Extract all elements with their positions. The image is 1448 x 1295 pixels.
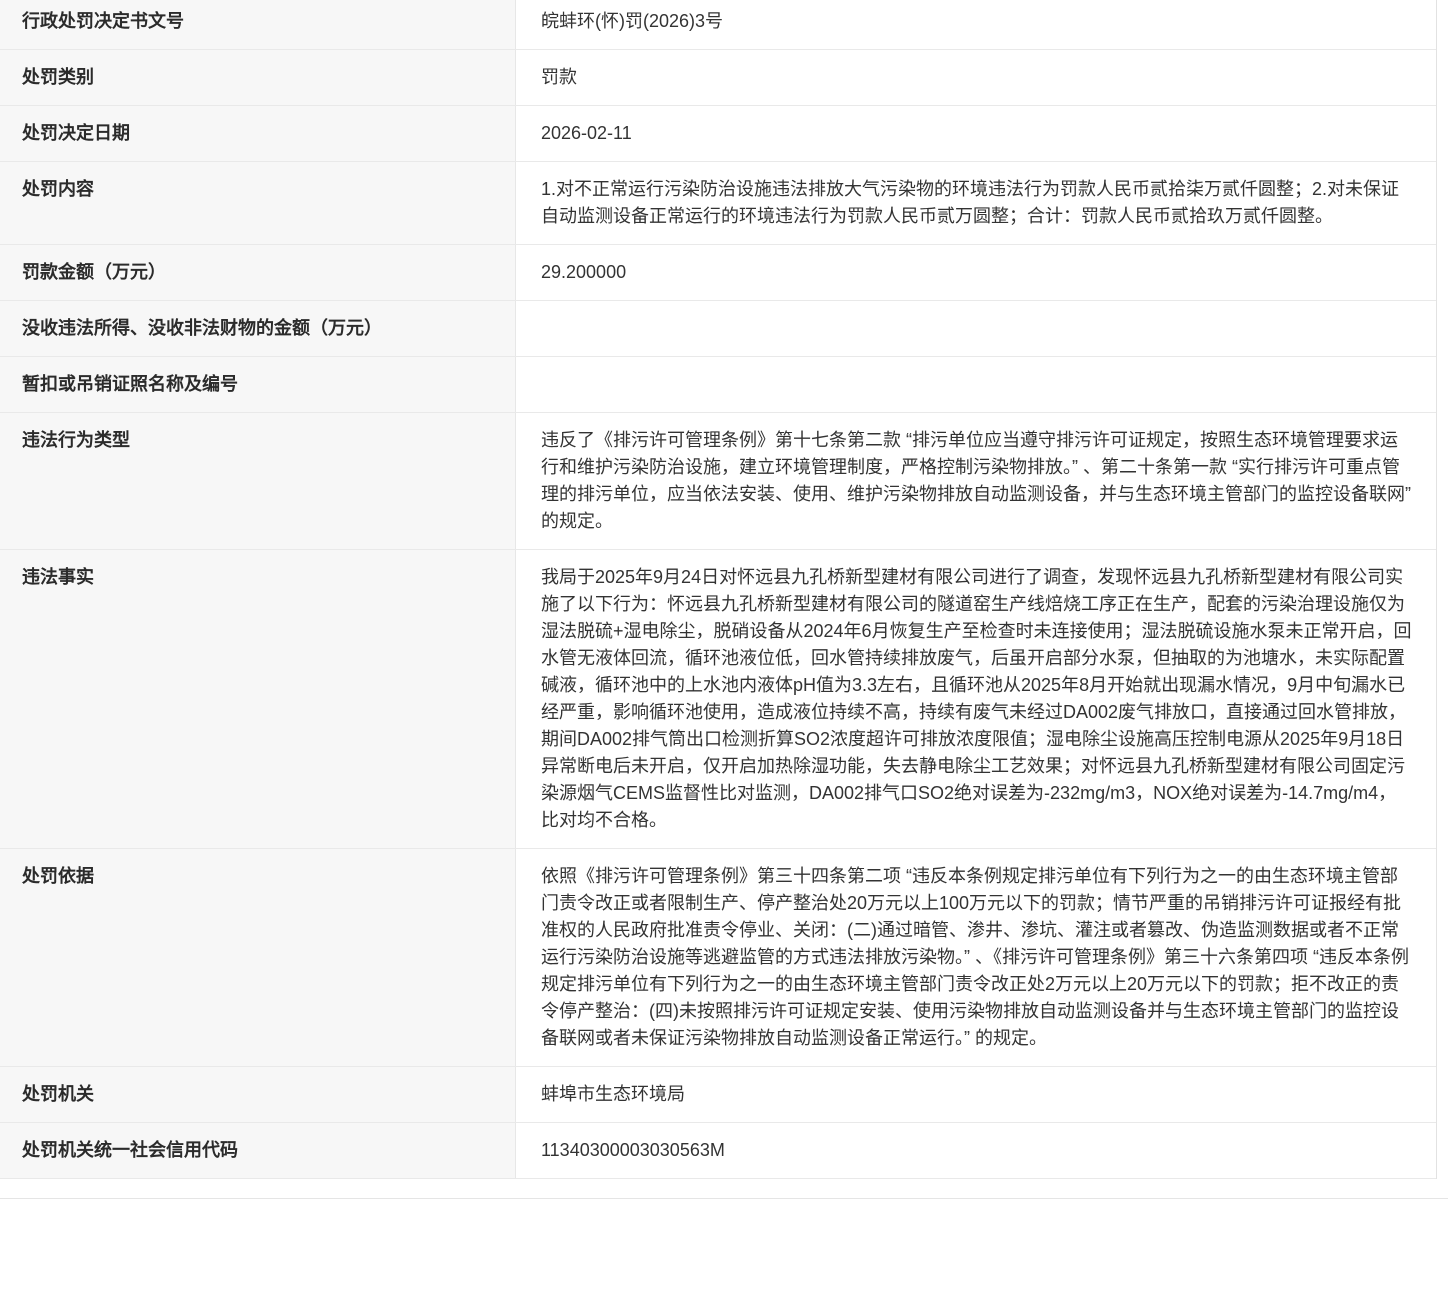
table-row: 处罚机关 蚌埠市生态环境局: [0, 1067, 1436, 1123]
row-value-penalty-basis: 依照《排污许可管理条例》第三十四条第二项 “违反本条例规定排污单位有下列行为之一…: [541, 866, 1409, 1048]
table-row: 行政处罚决定书文号 皖蚌环(怀)罚(2026)3号: [0, 0, 1436, 50]
row-value-fine-amount: 29.200000: [541, 262, 627, 282]
row-value-violation-type: 违反了《排污许可管理条例》第十七条第二款 “排污单位应当遵守排污许可证规定，按照…: [541, 430, 1411, 531]
row-label-decision-date: 处罚决定日期: [0, 106, 516, 161]
row-label-decision-number: 行政处罚决定书文号: [0, 0, 516, 49]
row-label-penalty-authority: 处罚机关: [0, 1067, 516, 1122]
row-value-decision-date: 2026-02-11: [541, 123, 632, 143]
row-value-authority-credit-code: 11340300003030563M: [541, 1140, 725, 1160]
table-row: 处罚内容 1.对不正常运行污染防治设施违法排放大气污染物的环境违法行为罚款人民币…: [0, 162, 1436, 245]
table-row: 违法行为类型 违反了《排污许可管理条例》第十七条第二款 “排污单位应当遵守排污许…: [0, 413, 1436, 550]
penalty-decision-table: 行政处罚决定书文号 皖蚌环(怀)罚(2026)3号 处罚类别 罚款 处罚决定日期…: [0, 0, 1437, 1179]
row-label-fine-amount: 罚款金额（万元）: [0, 245, 516, 300]
row-value-decision-number: 皖蚌环(怀)罚(2026)3号: [541, 11, 724, 31]
row-label-confiscation-amount: 没收违法所得、没收非法财物的金额（万元）: [0, 301, 516, 356]
table-row: 处罚依据 依照《排污许可管理条例》第三十四条第二项 “违反本条例规定排污单位有下…: [0, 849, 1436, 1067]
table-row: 罚款金额（万元） 29.200000: [0, 245, 1436, 301]
row-value-penalty-category: 罚款: [541, 67, 577, 87]
table-row: 处罚类别 罚款: [0, 50, 1436, 106]
row-label-violation-type: 违法行为类型: [0, 413, 516, 549]
row-label-license-suspension: 暂扣或吊销证照名称及编号: [0, 357, 516, 412]
row-label-violation-facts: 违法事实: [0, 550, 516, 848]
row-value-penalty-content: 1.对不正常运行污染防治设施违法排放大气污染物的环境违法行为罚款人民币贰拾柒万贰…: [541, 179, 1400, 226]
row-value-violation-facts: 我局于2025年9月24日对怀远县九孔桥新型建材有限公司进行了调查，发现怀远县九…: [541, 567, 1412, 830]
table-row: 违法事实 我局于2025年9月24日对怀远县九孔桥新型建材有限公司进行了调查，发…: [0, 550, 1436, 849]
table-row: 暂扣或吊销证照名称及编号: [0, 357, 1436, 413]
row-value-penalty-authority: 蚌埠市生态环境局: [541, 1084, 685, 1104]
bottom-divider: [0, 1198, 1448, 1199]
table-row: 没收违法所得、没收非法财物的金额（万元）: [0, 301, 1436, 357]
row-label-penalty-content: 处罚内容: [0, 162, 516, 244]
row-label-penalty-category: 处罚类别: [0, 50, 516, 105]
row-label-authority-credit-code: 处罚机关统一社会信用代码: [0, 1123, 516, 1178]
row-label-penalty-basis: 处罚依据: [0, 849, 516, 1066]
table-row: 处罚决定日期 2026-02-11: [0, 106, 1436, 162]
row-value-confiscation-amount: [516, 301, 1436, 356]
table-row: 处罚机关统一社会信用代码 11340300003030563M: [0, 1123, 1436, 1179]
row-value-license-suspension: [516, 357, 1436, 412]
